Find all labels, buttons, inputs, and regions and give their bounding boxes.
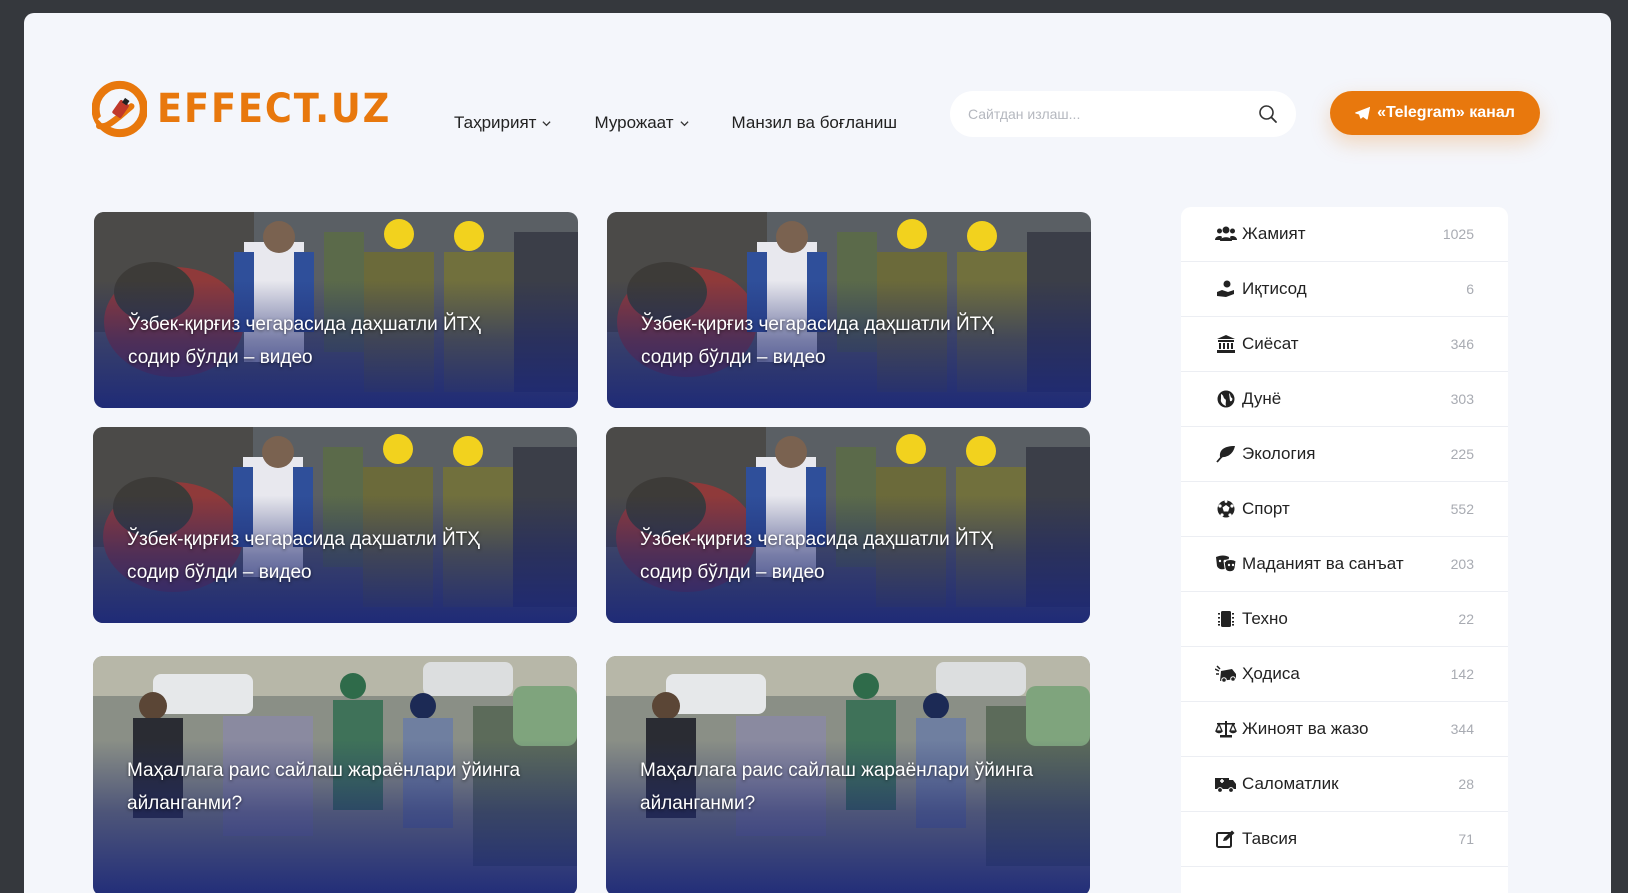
category-label: Дунё xyxy=(1242,389,1282,408)
news-card[interactable]: Ўзбек-қирғиз чегарасида даҳшатли ЙТҲ сод… xyxy=(93,427,577,623)
category-item-politics[interactable]: Сиёсат 346 xyxy=(1181,317,1508,372)
ambulance-icon xyxy=(1215,774,1237,794)
landmark-icon xyxy=(1215,334,1237,354)
telegram-channel-button[interactable]: «Telegram» канал xyxy=(1330,91,1540,135)
nav-item-label: Мурожаат xyxy=(594,113,674,132)
category-label: Жиноят ва жазо xyxy=(1242,719,1369,738)
card-title: Маҳаллага раис сайлаш жараёнлари ўйинга … xyxy=(127,760,521,814)
nav-item-appeal[interactable]: Мурожаат xyxy=(594,113,689,133)
microchip-icon xyxy=(1215,609,1237,629)
category-label: Ҳодиса xyxy=(1242,664,1300,683)
category-item-economy[interactable]: Иқтисод 6 xyxy=(1181,262,1508,317)
car-crash-icon xyxy=(1215,664,1237,684)
card-title: Ўзбек-қирғиз чегарасида даҳшатли ЙТҲ сод… xyxy=(640,529,993,583)
category-count: 225 xyxy=(1450,446,1474,462)
category-count: 552 xyxy=(1450,501,1474,517)
category-item-society[interactable]: Жамият 1025 xyxy=(1181,207,1508,262)
category-label: Маданият ва санъат xyxy=(1242,554,1404,573)
category-item-tech[interactable]: Техно 22 xyxy=(1181,592,1508,647)
category-label: Спорт xyxy=(1242,499,1290,518)
football-icon xyxy=(1215,499,1237,519)
telegram-icon xyxy=(1355,106,1371,120)
category-item-world[interactable]: Дунё 303 xyxy=(1181,372,1508,427)
category-sidebar: Жамият 1025 Иқтисод 6 Сиёсат 346 Дунё 30… xyxy=(1181,207,1508,893)
chevron-down-icon xyxy=(679,120,689,126)
news-card[interactable]: Маҳаллага раис сайлаш жараёнлари ўйинга … xyxy=(93,656,577,893)
category-label: Иқтисод xyxy=(1242,279,1307,298)
nav-item-label: Манзил ва боғланиш xyxy=(731,113,897,132)
logo-mark-icon xyxy=(92,80,148,138)
hand-coin-icon xyxy=(1215,279,1237,299)
category-count: 22 xyxy=(1458,611,1474,627)
category-item-crime[interactable]: Жиноят ва жазо 344 xyxy=(1181,702,1508,757)
nav-item-label: Таҳририят xyxy=(454,113,537,132)
card-title: Маҳаллага раис сайлаш жараёнлари ўйинга … xyxy=(640,760,1034,814)
category-item-health[interactable]: Саломатлик 28 xyxy=(1181,757,1508,812)
category-item-culture[interactable]: Маданият ва санъат 203 xyxy=(1181,537,1508,592)
news-card[interactable]: Ўзбек-қирғиз чегарасида даҳшатли ЙТҲ сод… xyxy=(94,212,578,408)
chevron-down-icon xyxy=(542,120,552,126)
category-label: Жамият xyxy=(1242,224,1306,243)
edit-icon xyxy=(1215,829,1237,849)
card-title: Ўзбек-қирғиз чегарасида даҳшатли ЙТҲ сод… xyxy=(128,314,481,368)
category-count: 28 xyxy=(1458,776,1474,792)
category-item-recommendation[interactable]: Тавсия 71 xyxy=(1181,812,1508,867)
scale-icon xyxy=(1215,719,1237,739)
news-card[interactable]: Ўзбек-қирғиз чегарасида даҳшатли ЙТҲ сод… xyxy=(607,212,1091,408)
globe-icon xyxy=(1215,389,1237,409)
telegram-button-label: «Telegram» канал xyxy=(1377,104,1515,121)
site-logo[interactable]: EFFECT.UZ xyxy=(92,77,412,141)
logo-text: EFFECT.UZ xyxy=(157,86,392,132)
category-count: 203 xyxy=(1450,556,1474,572)
nav-item-contacts[interactable]: Манзил ва боғланиш xyxy=(732,113,897,133)
category-item-incident[interactable]: Ҳодиса 142 xyxy=(1181,647,1508,702)
category-count: 6 xyxy=(1466,281,1474,297)
category-item-ecology[interactable]: Экология 225 xyxy=(1181,427,1508,482)
page-frame: EFFECT.UZ Таҳририят Мурожаат Манзил ва б… xyxy=(24,13,1611,893)
category-count: 346 xyxy=(1450,336,1474,352)
category-count: 1025 xyxy=(1442,226,1474,242)
news-card[interactable]: Ўзбек-қирғиз чегарасида даҳшатли ЙТҲ сод… xyxy=(606,427,1090,623)
leaf-icon xyxy=(1215,444,1237,464)
category-count: 71 xyxy=(1458,831,1474,847)
category-label: Техно xyxy=(1242,609,1288,628)
nav-item-editorial[interactable]: Таҳририят xyxy=(454,113,552,133)
main-nav: Таҳририят Мурожаат Манзил ва боғланиш xyxy=(454,113,940,133)
category-count: 142 xyxy=(1450,666,1474,682)
category-label: Сиёсат xyxy=(1242,334,1299,353)
category-count: 303 xyxy=(1450,391,1474,407)
search-box xyxy=(950,91,1296,137)
category-item-sport[interactable]: Спорт 552 xyxy=(1181,482,1508,537)
category-label: Экология xyxy=(1242,444,1316,463)
card-title: Ўзбек-қирғиз чегарасида даҳшатли ЙТҲ сод… xyxy=(641,314,994,368)
theater-masks-icon xyxy=(1215,554,1237,574)
search-input[interactable] xyxy=(968,106,1258,122)
category-label: Саломатлик xyxy=(1242,774,1339,793)
category-label: Тавсия xyxy=(1242,829,1298,848)
users-icon xyxy=(1215,224,1237,244)
search-icon[interactable] xyxy=(1258,104,1278,124)
news-card[interactable]: Маҳаллага раис сайлаш жараёнлари ўйинга … xyxy=(606,656,1090,893)
card-title: Ўзбек-қирғиз чегарасида даҳшатли ЙТҲ сод… xyxy=(127,529,480,583)
category-count: 344 xyxy=(1450,721,1474,737)
